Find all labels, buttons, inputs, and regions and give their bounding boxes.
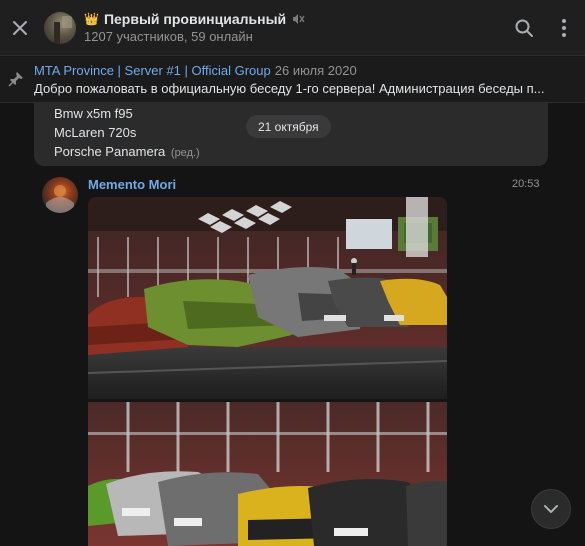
pinned-message[interactable]: MTA Province | Server #1 | Official Grou…	[0, 57, 585, 103]
scroll-down-button[interactable]	[531, 489, 571, 529]
car-list-item: Bmw x5m f95	[54, 106, 133, 121]
close-button[interactable]	[8, 16, 32, 40]
date-divider: 21 октября	[246, 115, 331, 138]
chat-header: 👑 Первый провинциальный 1207 участников,…	[0, 0, 585, 56]
photo-attachment[interactable]	[88, 197, 447, 399]
chat-avatar[interactable]	[44, 12, 76, 44]
message-time: 20:53	[512, 178, 540, 190]
chat-title: Первый провинциальный	[103, 11, 287, 27]
pinned-author[interactable]: MTA Province | Server #1 | Official Grou…	[34, 63, 271, 78]
author-avatar[interactable]	[42, 177, 78, 213]
chevron-down-icon	[544, 504, 558, 513]
edited-mark: (ред.)	[170, 147, 200, 159]
pinned-text: Добро пожаловать в официальную беседу 1-…	[34, 81, 545, 96]
photo-attachment[interactable]	[88, 402, 447, 546]
more-button[interactable]	[552, 16, 576, 40]
close-icon	[13, 21, 27, 35]
search-button[interactable]	[512, 16, 536, 40]
pinned-author-line: MTA Province | Server #1 | Official Grou…	[34, 63, 357, 78]
pin-icon	[8, 72, 23, 87]
chat-title-row[interactable]: 👑 Первый провинциальный	[84, 11, 305, 27]
more-icon	[562, 19, 566, 37]
car-list-item: McLaren 720s	[54, 125, 137, 140]
car-list-item: Porsche Panamera	[54, 144, 166, 159]
chat-subtitle: 1207 участников, 59 онлайн	[84, 29, 253, 44]
crown-icon: 👑	[84, 12, 99, 26]
car-list-item-edited: Porsche Panamera (ред.)	[54, 144, 200, 159]
message-author[interactable]: Memento Mori	[88, 177, 176, 192]
pinned-date: 26 июля 2020	[274, 63, 357, 78]
search-icon	[515, 19, 533, 37]
mute-icon	[293, 14, 305, 24]
